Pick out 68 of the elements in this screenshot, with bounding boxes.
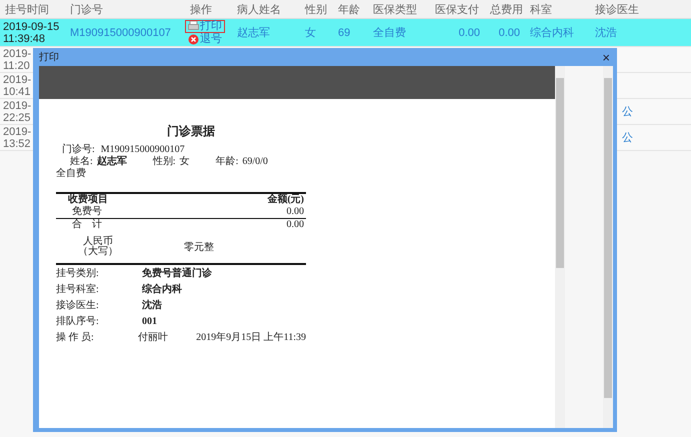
field-value: 69/0/0 (242, 156, 268, 168)
printer-icon (188, 21, 199, 31)
field-value: 赵志军 (96, 156, 127, 168)
doctor-name: 公 (622, 106, 633, 118)
field-label: 姓名: (70, 156, 93, 168)
field-value: 免费号普通门诊 (142, 267, 212, 281)
column-header: 金额(元) (267, 194, 304, 206)
total-fee: 0.00 (498, 26, 521, 38)
field-label: 性别: (152, 156, 176, 168)
total-amount: 0.00 (286, 219, 304, 231)
close-button[interactable]: × (599, 50, 613, 64)
field-value: 付丽叶 (138, 331, 168, 345)
item-name: 免费号 (72, 206, 102, 218)
doctor-name: 公 (622, 132, 633, 144)
column-header: 挂号时间 (4, 2, 50, 16)
field-value: 沈浩 (142, 299, 162, 313)
registration-time: 2019- (3, 126, 32, 138)
registration-time: 2019-09-15 (3, 20, 60, 32)
column-header: 病人姓名 (236, 2, 282, 16)
column-header: 年龄 (337, 2, 361, 16)
column-header: 接诊医生 (594, 2, 640, 16)
clinic-number: M190915000900107 (100, 144, 185, 156)
patient-name: 赵志军 (236, 26, 271, 40)
registration-time: 2019- (3, 100, 32, 112)
column-header: 操作 (189, 2, 213, 16)
cancel-link[interactable]: 退号 (185, 32, 225, 46)
field-label: 挂号类别: (56, 267, 100, 281)
amount-in-words-label: （大写） (78, 247, 118, 257)
registration-time: 13:52 (3, 138, 31, 150)
column-header: 医保类型 (372, 2, 418, 16)
registration-time: 2019- (3, 48, 32, 60)
field-label: 操 作 员: (56, 331, 95, 345)
doctor-name: 沈浩 (594, 26, 618, 40)
insurance-type: 全自费 (56, 168, 86, 180)
column-header: 科室 (529, 2, 553, 16)
print-link[interactable]: 打印 (185, 20, 225, 32)
field-label: 挂号科室: (56, 283, 100, 297)
field-value: 女 (180, 156, 190, 168)
field-label: 接诊医生: (56, 299, 100, 313)
column-header: 门诊号 (69, 2, 104, 16)
column-header: 性别 (304, 2, 328, 16)
amount-in-words: 零元整 (184, 241, 214, 254)
total-label: 合 计 (72, 219, 102, 231)
department-cell-text: 综合内科 (529, 26, 575, 40)
item-amount: 0.00 (286, 206, 304, 218)
field-label: 年龄: (216, 156, 238, 168)
age-cell-text: 69 (337, 26, 352, 38)
print-time: 2019年9月15日 上午11:39 (196, 331, 306, 345)
column-header: 收费项目 (68, 194, 108, 206)
registration-time: 11:39:48 (3, 32, 46, 44)
field-label: 门诊号: (62, 144, 95, 156)
registration-time: 22:25 (3, 112, 31, 124)
field-value: 001 (142, 315, 157, 329)
dialog-title: 打印 (39, 50, 59, 64)
receipt-title: 门诊票据 (166, 123, 216, 140)
column-header: 医保支付 (434, 2, 480, 16)
field-value: 综合内科 (142, 283, 182, 297)
registration-time: 10:41 (3, 86, 31, 98)
insurance-type: 全自费 (372, 26, 407, 40)
registration-time: 2019- (3, 74, 32, 86)
clinic-number: M190915000900107 (69, 26, 172, 38)
insurance-paid: 0.00 (458, 26, 481, 38)
amount-in-words-label: 人民币 (83, 237, 113, 247)
sex-cell-text: 女 (304, 26, 317, 40)
registration-time: 11:20 (3, 60, 30, 72)
column-header: 总费用 (489, 2, 524, 16)
field-label: 排队序号: (56, 315, 100, 329)
close-circle-icon (188, 34, 199, 44)
